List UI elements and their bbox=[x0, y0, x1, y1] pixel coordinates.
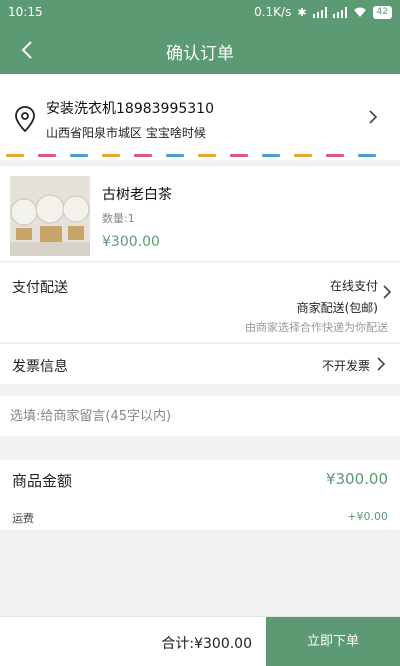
payment-label: 支付配送 bbox=[12, 280, 68, 296]
invoice-label: 发票信息 bbox=[12, 359, 68, 375]
goods-amount-label: 商品金额 bbox=[12, 472, 73, 490]
product-quantity: 数量:1 bbox=[102, 212, 135, 225]
page-title: 确认订单 bbox=[166, 44, 234, 64]
signal-icon bbox=[312, 6, 327, 18]
shipping-label: 运费 bbox=[12, 512, 34, 525]
payment-delivery-row[interactable]: 支付配送 在线支付 商家配送(包邮) 由商家选择合作快递为你配送 bbox=[0, 263, 400, 343]
signal-icon bbox=[332, 6, 347, 18]
message-box bbox=[0, 396, 400, 436]
checkout-bar: 合计:¥300.00 立即下单 bbox=[0, 616, 400, 666]
message-input[interactable] bbox=[10, 404, 390, 428]
status-icons: 0.1K/s ✱ 42 bbox=[254, 5, 392, 19]
chevron-right-icon bbox=[383, 285, 392, 299]
bluetooth-icon: ✱ bbox=[297, 5, 307, 19]
product-price: ¥300.00 bbox=[102, 234, 160, 250]
chevron-right-icon bbox=[377, 357, 386, 371]
invoice-row[interactable]: 发票信息 不开发票 bbox=[0, 344, 400, 384]
product-name: 古树老白茶 bbox=[102, 187, 172, 203]
product-image bbox=[10, 176, 90, 256]
address-divider-stripe bbox=[0, 152, 400, 159]
shipping-value: +¥0.00 bbox=[347, 510, 388, 523]
totals-section: 商品金额 ¥300.00 运费 +¥0.00 bbox=[0, 460, 400, 530]
payment-method: 在线支付 bbox=[329, 279, 378, 293]
wifi-icon bbox=[353, 7, 366, 17]
network-speed: 0.1K/s bbox=[254, 5, 292, 19]
goods-amount-value: ¥300.00 bbox=[325, 470, 388, 488]
invoice-value: 不开发票 bbox=[321, 359, 370, 373]
delivery-note: 由商家选择合作快递为你配送 bbox=[245, 321, 388, 334]
battery-icon: 42 bbox=[372, 5, 392, 19]
status-bar: 10:15 0.1K/s ✱ 42 bbox=[0, 0, 400, 26]
address-card[interactable]: 安装洗衣机18983995310 山西省阳泉市城区 宝宝啥时候 bbox=[0, 74, 400, 160]
submit-order-button[interactable]: 立即下单 bbox=[266, 617, 400, 666]
product-item[interactable]: 古树老白茶 数量:1 ¥300.00 bbox=[0, 166, 400, 262]
address-detail: 山西省阳泉市城区 宝宝啥时候 bbox=[46, 126, 206, 140]
chevron-right-icon bbox=[369, 110, 378, 124]
order-total: 合计:¥300.00 bbox=[161, 636, 252, 652]
delivery-method: 商家配送(包邮) bbox=[296, 301, 378, 315]
address-name-phone: 安装洗衣机18983995310 bbox=[46, 101, 214, 117]
nav-bar: 确认订单 bbox=[0, 26, 400, 74]
location-pin-icon bbox=[15, 106, 35, 132]
status-time: 10:15 bbox=[8, 5, 43, 19]
